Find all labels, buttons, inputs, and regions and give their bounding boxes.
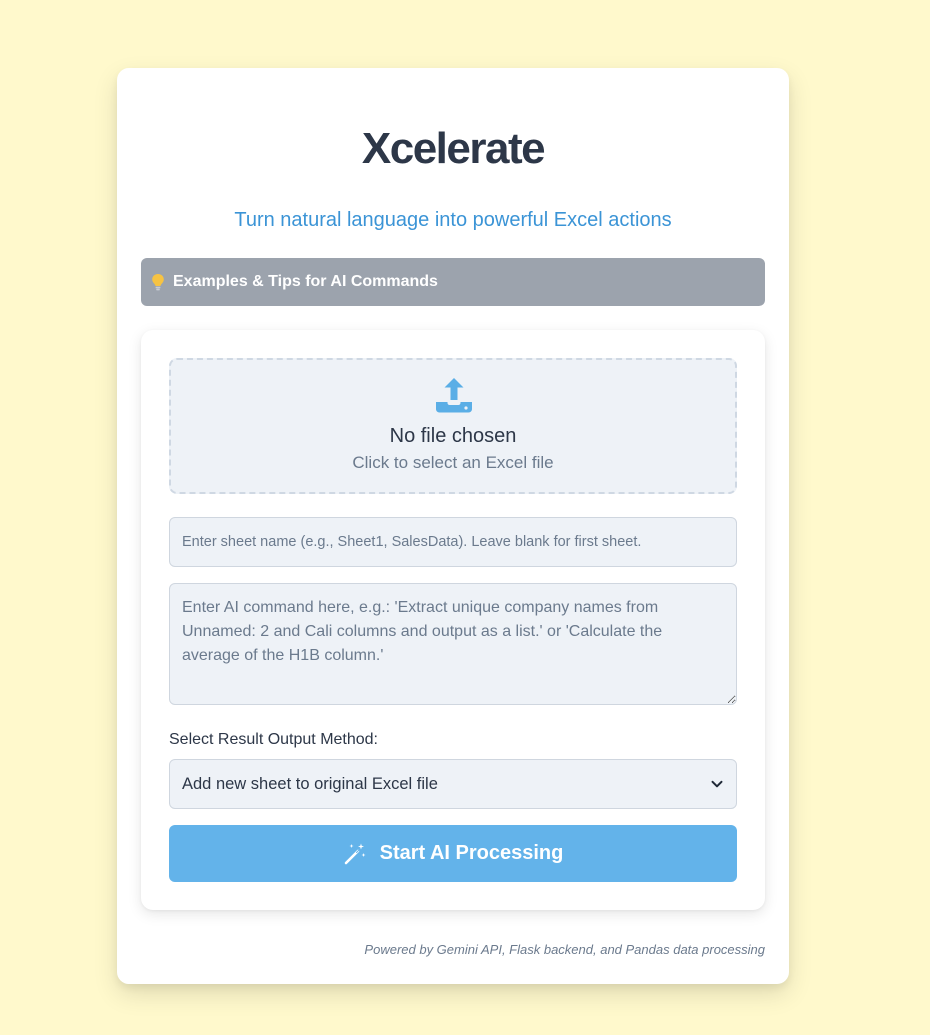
file-dropzone[interactable]: No file chosen Click to select an Excel … [169, 358, 737, 494]
main-card: Xcelerate Turn natural language into pow… [117, 68, 789, 984]
app-subtitle: Turn natural language into powerful Exce… [234, 209, 672, 231]
magic-wand-icon [344, 843, 366, 864]
footer-note: Powered by Gemini API, Flask backend, an… [364, 942, 765, 957]
start-processing-label: Start AI Processing [379, 842, 564, 864]
form-panel: No file chosen Click to select an Excel … [141, 330, 765, 910]
ai-command-input[interactable] [169, 583, 737, 705]
upload-icon [436, 378, 472, 413]
output-method-select[interactable]: Add new sheet to original Excel file [169, 759, 737, 809]
app-title: Xcelerate [361, 124, 546, 173]
start-processing-button[interactable]: Start AI Processing [169, 825, 737, 882]
tips-toggle[interactable]: Examples & Tips for AI Commands [141, 258, 765, 306]
tips-label: Examples & Tips for AI Commands [173, 273, 438, 290]
output-method-label: Select Result Output Method: [169, 731, 378, 748]
sheet-name-input[interactable] [169, 517, 737, 567]
lightbulb-icon [152, 274, 164, 291]
output-method-value: Add new sheet to original Excel file [182, 774, 438, 793]
file-hint: Click to select an Excel file [352, 453, 554, 472]
file-status: No file chosen [389, 425, 517, 447]
chevron-down-icon [711, 780, 723, 788]
